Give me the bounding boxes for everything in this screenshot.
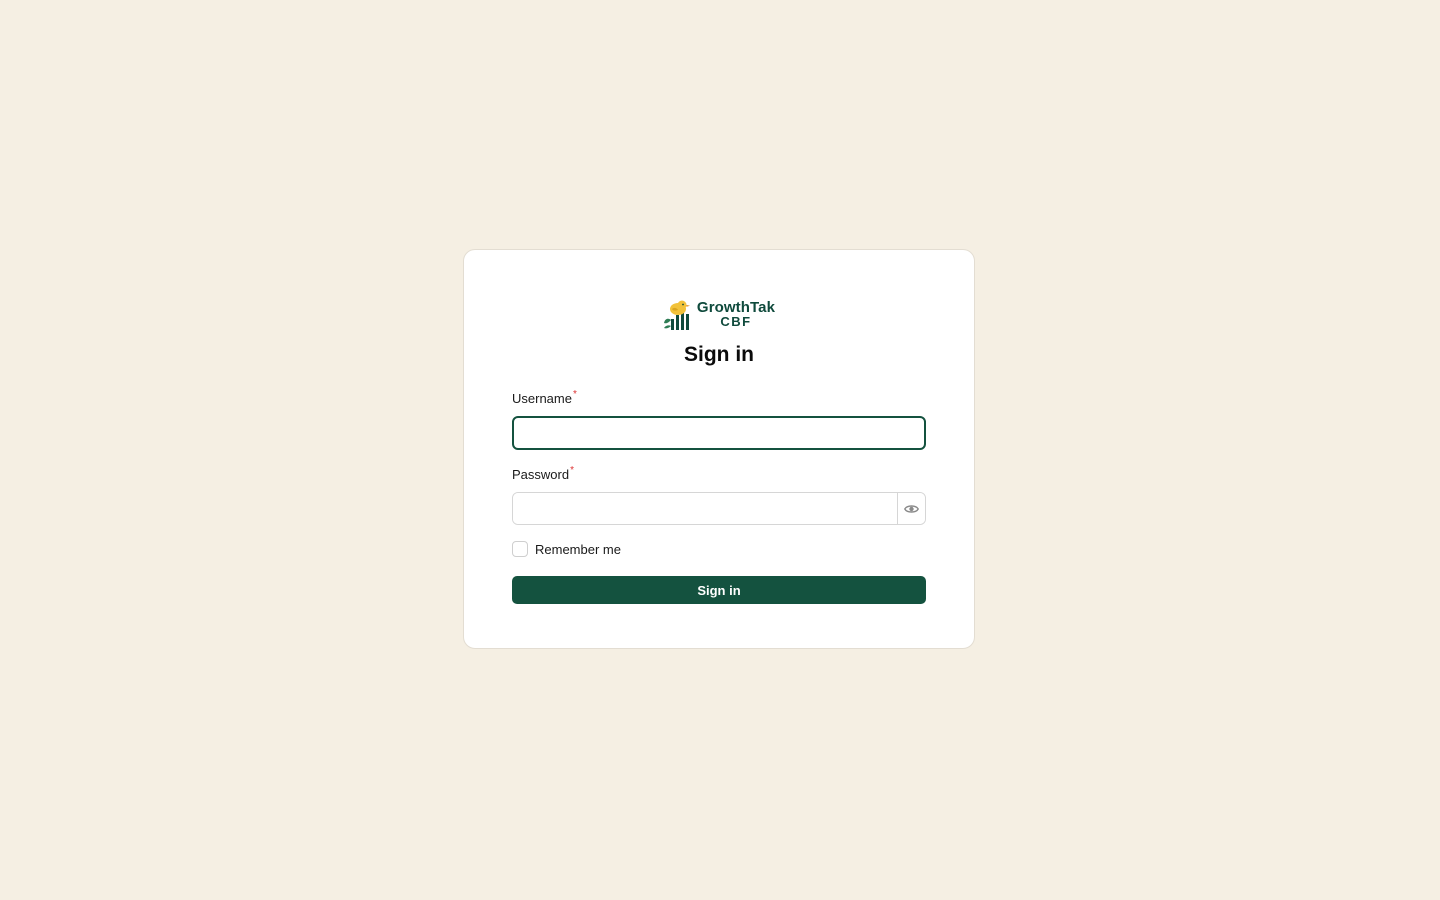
brand-logo: GrowthTak CBF [512, 298, 926, 332]
password-label-text: Password [512, 467, 570, 482]
remember-me-row: Remember me [512, 541, 926, 557]
sign-in-card: GrowthTak CBF Sign in Username* Password… [463, 249, 975, 649]
brand-wordmark: GrowthTak CBF [696, 299, 776, 329]
username-input[interactable] [512, 416, 926, 450]
username-field-group: Username* [512, 389, 926, 450]
page-title: Sign in [684, 343, 754, 366]
show-password-button[interactable] [897, 493, 925, 524]
sign-in-button[interactable]: Sign in [512, 576, 926, 604]
remember-me-label[interactable]: Remember me [535, 542, 621, 557]
password-input[interactable] [513, 493, 897, 524]
brand-name: GrowthTak [696, 299, 776, 316]
remember-me-checkbox[interactable] [512, 541, 528, 557]
required-mark: * [570, 465, 574, 476]
username-label: Username* [512, 389, 926, 408]
username-label-text: Username [512, 391, 572, 406]
password-label: Password* [512, 465, 926, 484]
password-field-group: Password* [512, 465, 926, 525]
brand-subname: CBF [720, 314, 752, 329]
password-input-wrapper [512, 492, 926, 525]
required-mark: * [572, 389, 577, 400]
eye-icon [904, 504, 919, 513]
growthtak-logo-icon [663, 300, 690, 330]
